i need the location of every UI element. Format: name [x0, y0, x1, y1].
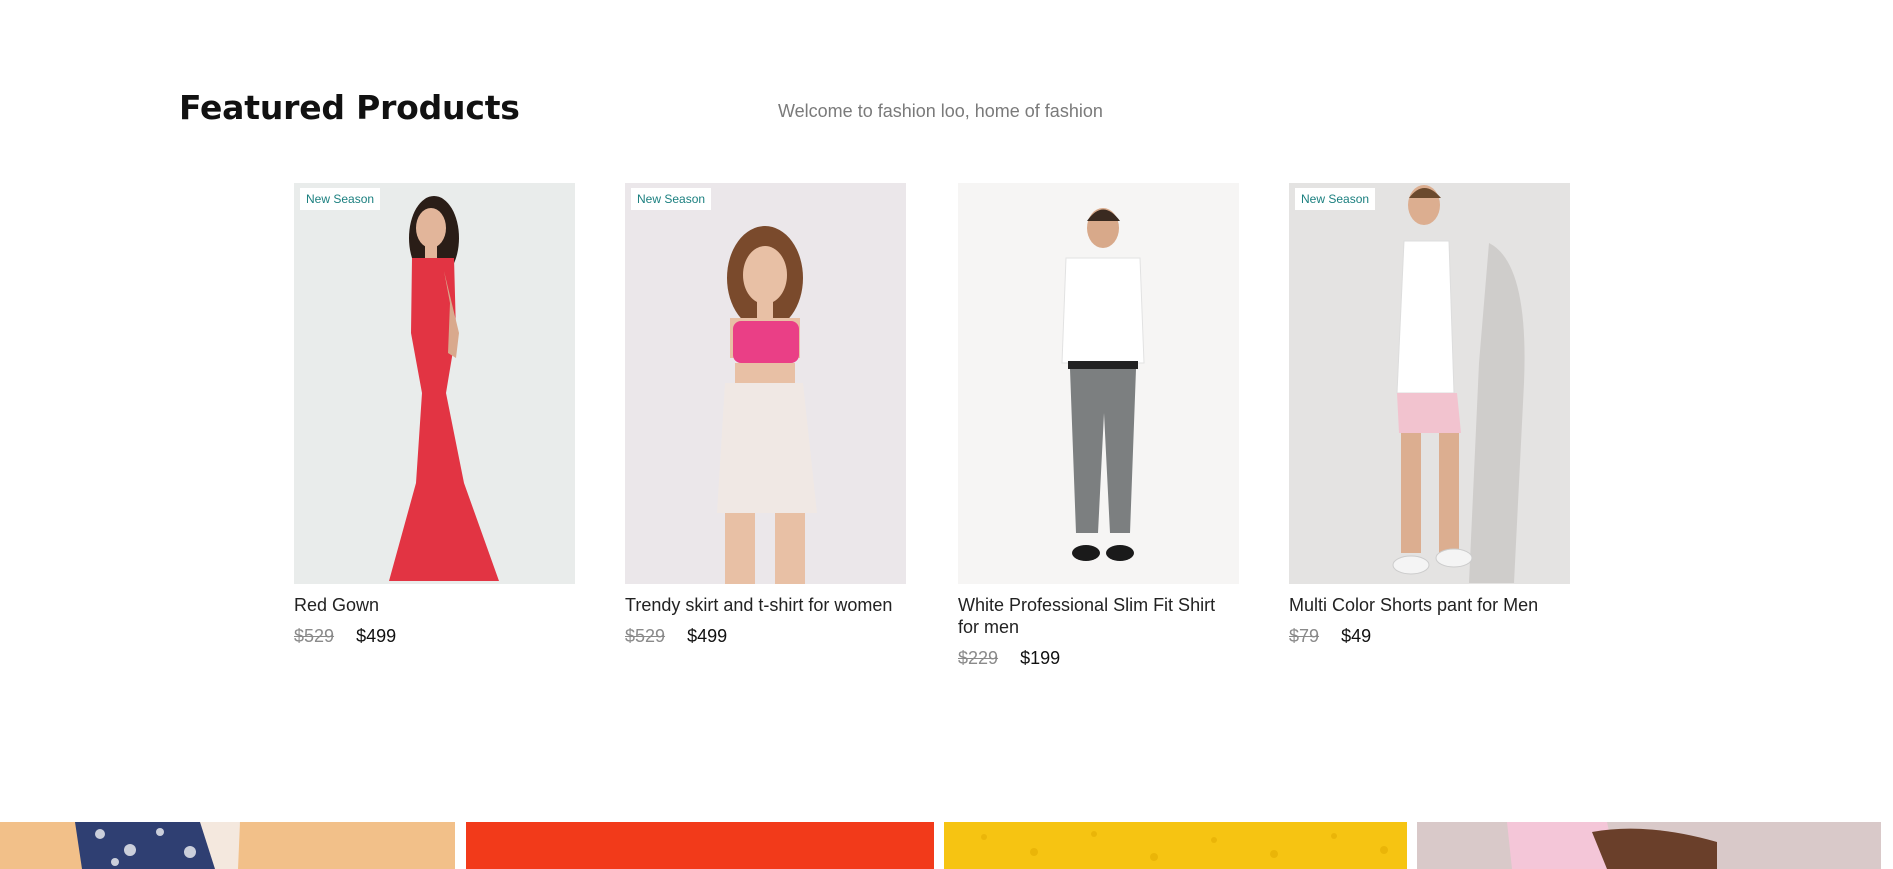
product-image[interactable]	[958, 183, 1239, 584]
product-prices: $529 $499	[625, 626, 906, 647]
product-name[interactable]: White Professional Slim Fit Shirt for me…	[958, 594, 1239, 638]
old-price: $529	[625, 626, 666, 646]
new-season-badge: New Season	[1295, 188, 1376, 210]
banner-pink-shirt[interactable]	[1417, 822, 1881, 869]
current-price: $499	[356, 626, 397, 646]
old-price: $229	[958, 648, 999, 668]
product-card-shorts[interactable]: New Season Multi Color Shorts pant for M…	[1289, 183, 1570, 647]
featured-products-title: Featured Products	[179, 88, 520, 127]
product-name[interactable]: Multi Color Shorts pant for Men	[1289, 594, 1570, 616]
new-season-badge: New Season	[300, 188, 381, 210]
product-card-white-shirt[interactable]: White Professional Slim Fit Shirt for me…	[958, 183, 1239, 669]
featured-products-subtitle: Welcome to fashion loo, home of fashion	[778, 101, 1103, 121]
product-image[interactable]: New Season	[1289, 183, 1570, 584]
current-price: $499	[687, 626, 728, 646]
product-card-red-gown[interactable]: New Season Red Gown $529 $499	[294, 183, 575, 647]
product-prices: $79 $49	[1289, 626, 1570, 647]
current-price: $49	[1341, 626, 1372, 646]
banner-yellow-texture[interactable]	[944, 822, 1407, 869]
old-price: $79	[1289, 626, 1320, 646]
product-image[interactable]: New Season	[294, 183, 575, 584]
product-name[interactable]: Trendy skirt and t-shirt for women	[625, 594, 906, 616]
banner-red[interactable]	[466, 822, 934, 869]
product-name[interactable]: Red Gown	[294, 594, 575, 616]
product-prices: $229 $199	[958, 648, 1239, 669]
old-price: $529	[294, 626, 335, 646]
current-price: $199	[1020, 648, 1061, 668]
product-image[interactable]: New Season	[625, 183, 906, 584]
product-card-trendy-skirt[interactable]: New Season Trendy skirt and t-shirt for …	[625, 183, 906, 647]
product-prices: $529 $499	[294, 626, 575, 647]
new-season-badge: New Season	[631, 188, 712, 210]
banner-patterned-shirt[interactable]	[0, 822, 455, 869]
